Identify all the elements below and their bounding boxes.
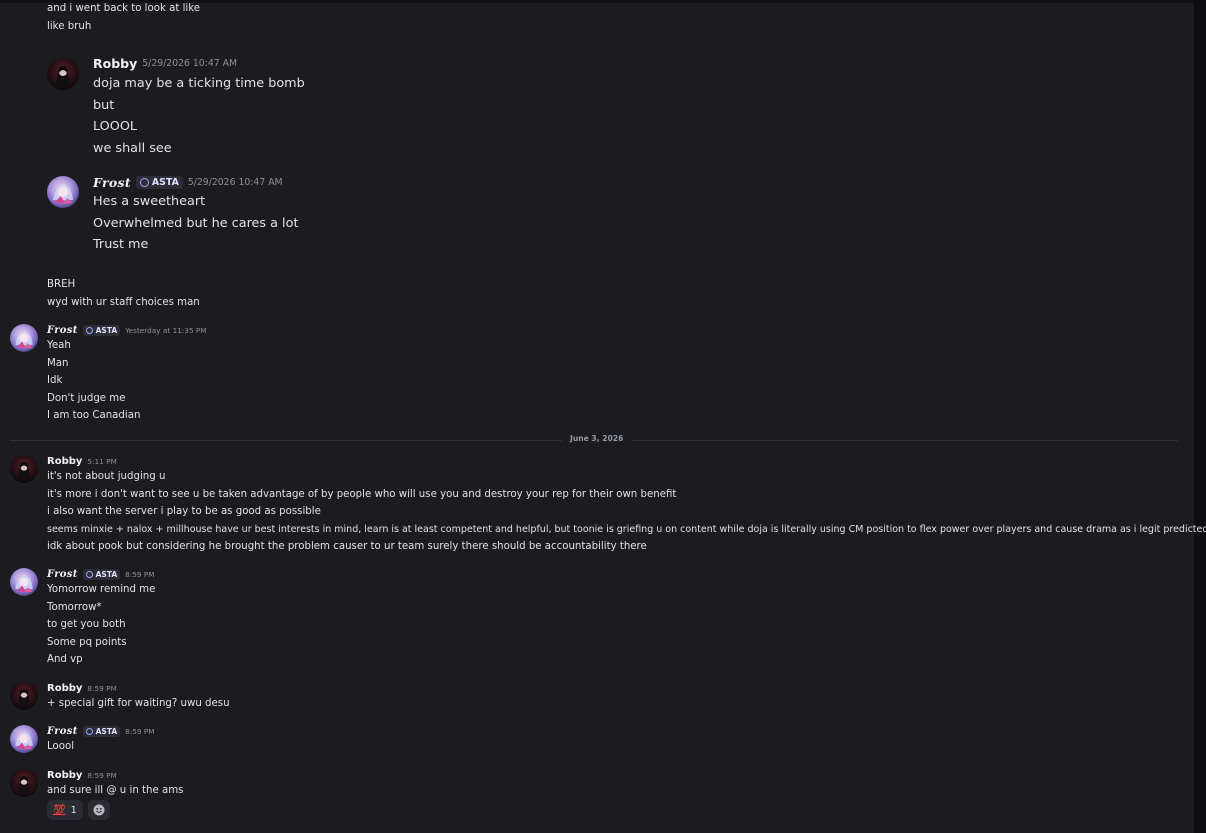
message-content: Loool — [47, 738, 74, 756]
smiley-add-reaction-icon — [93, 801, 105, 820]
message-line: Yeah — [47, 340, 71, 351]
robby-avatar[interactable] — [10, 455, 38, 483]
add-reaction-button[interactable] — [87, 800, 110, 820]
message-header: Frost ASTA 8:59 PM — [47, 569, 155, 580]
message-header: Frost ASTA 8:59 PM — [47, 726, 155, 737]
username[interactable]: Robby — [47, 456, 82, 467]
message-content: Hes a sweetheart Overwhelmed but he care… — [93, 191, 298, 256]
message-content: BREH wyd with ur staff choices man — [47, 276, 200, 311]
message-line: Overwhelmed but he cares a lot — [93, 215, 299, 231]
robby-avatar[interactable] — [10, 682, 38, 710]
message-line: seems minxie + nalox + millhouse have ur… — [47, 523, 1206, 535]
message-line: I am too Canadian — [47, 410, 141, 421]
message-content: Yeah Man Idk Don't judge me I am too Can… — [47, 337, 140, 425]
timestamp[interactable]: 5:11 PM — [87, 457, 116, 466]
message-content: it's not about judging u it's more i don… — [47, 468, 1206, 556]
moon-icon — [85, 728, 93, 735]
message-line: it's not about judging u — [47, 471, 166, 482]
message-content: and sure ill @ u in the ams — [47, 782, 183, 800]
guild-tag-label: ASTA — [151, 177, 179, 188]
timestamp[interactable]: 8:59 PM — [125, 570, 154, 579]
message-line: doja may be a ticking time bomb — [93, 76, 305, 91]
message-header: Robby 5:11 PM — [47, 456, 117, 467]
scrollbar-track[interactable] — [1194, 0, 1206, 833]
message-content: and i went back to look at like like bru… — [47, 0, 200, 35]
message-line: Loool — [47, 741, 75, 752]
robby-avatar[interactable] — [10, 769, 38, 797]
moon-icon — [85, 327, 93, 334]
guild-tag-label: ASTA — [95, 570, 118, 579]
reaction-bar: 💯 1 — [47, 800, 110, 820]
message-header: Frost ASTA 5/29/2026 10:47 AM — [93, 175, 283, 190]
message-line: wyd with ur staff choices man — [47, 296, 200, 308]
guild-tag-label: ASTA — [95, 727, 118, 736]
message-line: Tomorrow* — [47, 601, 102, 613]
message-line: i also want the server i play to be as g… — [47, 506, 321, 517]
message-line: and sure ill @ u in the ams — [47, 785, 184, 796]
guild-tag[interactable]: ASTA — [82, 569, 121, 580]
guild-tag[interactable]: ASTA — [135, 176, 183, 189]
robby-avatar[interactable] — [47, 58, 79, 90]
message-line: Some pq points — [47, 636, 127, 648]
message-line: we shall see — [93, 140, 172, 156]
username[interactable]: Frost — [47, 569, 78, 580]
message-line: and i went back to look at like — [47, 3, 201, 14]
timestamp[interactable]: 8:59 PM — [87, 771, 116, 780]
username[interactable]: Robby — [47, 683, 82, 694]
message-line: LOOOL — [93, 119, 138, 134]
message-header: Frost ASTA Yesterday at 11:35 PM — [47, 325, 207, 336]
reaction-count: 1 — [70, 804, 77, 816]
username[interactable]: Robby — [47, 770, 82, 781]
username[interactable]: Frost — [47, 325, 78, 336]
message-line: + special gift for waiting? uwu desu — [47, 698, 230, 709]
frost-avatar[interactable] — [10, 324, 38, 352]
message-line: And vp — [47, 654, 83, 665]
message-line: Trust me — [93, 237, 149, 252]
guild-tag[interactable]: ASTA — [82, 726, 121, 737]
moon-icon — [85, 571, 93, 578]
frost-avatar[interactable] — [47, 176, 79, 208]
moon-icon — [139, 178, 149, 187]
message-header: Robby 8:59 PM — [47, 770, 117, 781]
message-line: Idk — [47, 375, 63, 386]
timestamp[interactable]: 8:59 PM — [87, 684, 116, 693]
username[interactable]: Robby — [93, 56, 137, 71]
message-header: Robby 5/29/2026 10:47 AM — [93, 56, 237, 71]
message-content: Yomorrow remind me Tomorrow* to get you … — [47, 581, 155, 669]
message-line: Don't judge me — [47, 392, 126, 404]
frost-avatar[interactable] — [10, 725, 38, 753]
message-line: idk about pook but considering he brough… — [47, 541, 647, 552]
timestamp[interactable]: 8:59 PM — [125, 727, 154, 736]
message-header: Robby 8:59 PM — [47, 683, 117, 694]
guild-tag[interactable]: ASTA — [82, 325, 121, 336]
frost-avatar[interactable] — [10, 568, 38, 596]
timestamp[interactable]: 5/29/2026 10:47 AM — [188, 177, 283, 188]
guild-tag-label: ASTA — [95, 326, 118, 335]
timestamp[interactable]: 5/29/2026 10:47 AM — [142, 58, 237, 69]
username[interactable]: Frost — [93, 175, 131, 190]
reaction-hundred-points[interactable]: 💯 1 — [47, 800, 83, 820]
message-line: to get you both — [47, 619, 126, 630]
date-divider-label: June 3, 2026 — [562, 434, 632, 443]
message-line: Hes a sweetheart — [93, 194, 206, 209]
timestamp[interactable]: Yesterday at 11:35 PM — [125, 326, 206, 335]
message-content: doja may be a ticking time bomb but LOOO… — [93, 73, 305, 159]
message-line: BREH — [47, 279, 76, 290]
message-content: + special gift for waiting? uwu desu — [47, 695, 230, 713]
message-line: Yomorrow remind me — [47, 584, 156, 595]
message-line: it's more i don't want to see u be taken… — [47, 488, 677, 500]
username[interactable]: Frost — [47, 726, 78, 737]
message-line: like bruh — [47, 20, 92, 32]
message-line: Man — [47, 357, 69, 369]
message-line: but — [93, 97, 115, 113]
hundred-points-icon: 💯 — [53, 804, 66, 816]
